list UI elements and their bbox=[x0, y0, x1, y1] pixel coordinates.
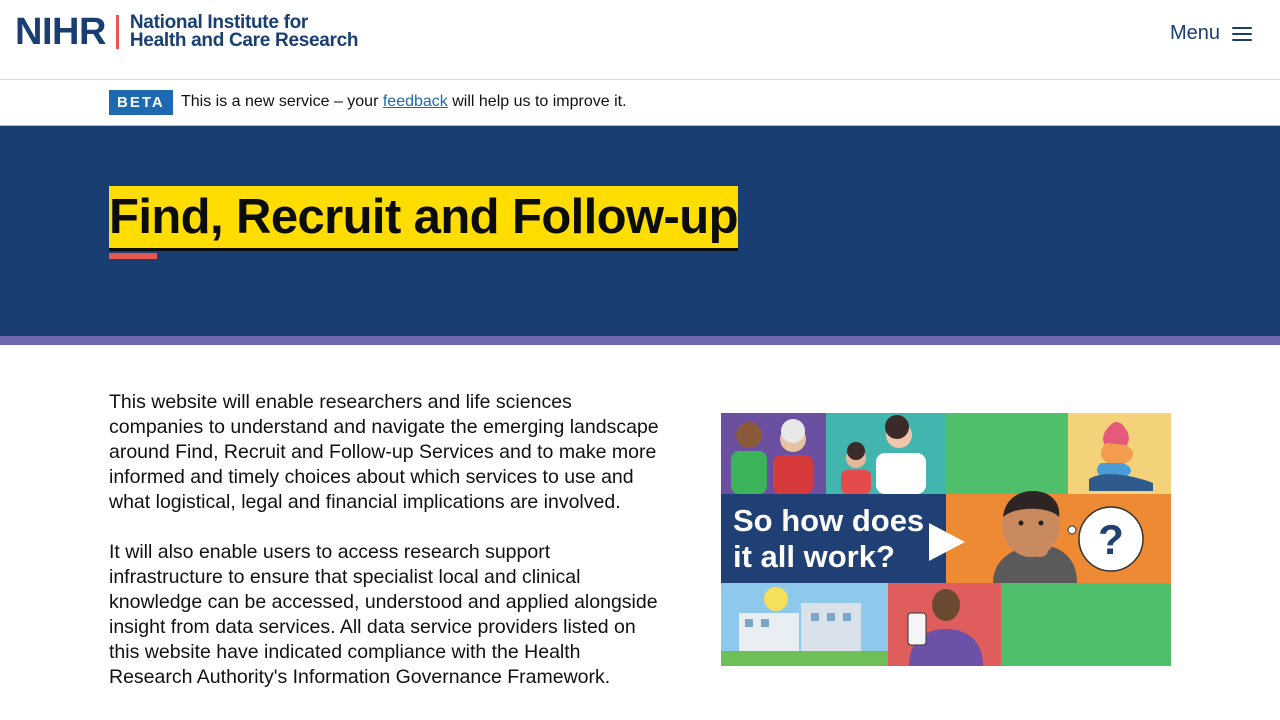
video-player[interactable]: So how does it all work? ? bbox=[721, 413, 1171, 666]
hamburger-icon bbox=[1232, 26, 1252, 41]
feedback-link[interactable]: feedback bbox=[383, 93, 448, 110]
intro-paragraph-1: This website will enable researchers and… bbox=[109, 391, 659, 513]
beta-text-after: will help us to improve it. bbox=[447, 93, 627, 110]
hero-accent-strip bbox=[0, 336, 1280, 345]
site-header: NIHR National Institute for Health and C… bbox=[0, 0, 1280, 80]
thumbnail-line-2: it all work? bbox=[733, 539, 895, 574]
beta-message: This is a new service – your feedback wi… bbox=[181, 93, 627, 111]
beta-tag: BETA bbox=[109, 90, 173, 115]
intro-paragraph-2: It will also enable users to access rese… bbox=[109, 541, 658, 688]
logo-line-2: Health and Care Research bbox=[129, 30, 359, 51]
logo-text: National Institute for Health and Care R… bbox=[129, 13, 359, 51]
beta-text-before: This is a new service – your bbox=[181, 93, 383, 110]
logo-mark: NIHR bbox=[15, 11, 106, 53]
menu-label: Menu bbox=[1169, 22, 1220, 44]
logo-divider bbox=[115, 15, 119, 49]
beta-banner: BETA This is a new service – your feedba… bbox=[0, 80, 1280, 126]
page-title: Find, Recruit and Follow-up bbox=[109, 186, 739, 248]
thumbnail-question-mark: ? bbox=[1098, 516, 1124, 563]
video-thumbnail: So how does it all work? ? bbox=[721, 413, 1171, 666]
hero-banner: Find, Recruit and Follow-up bbox=[0, 126, 1280, 336]
thumbnail-line-1: So how does bbox=[733, 503, 924, 538]
intro-text: This website will enable researchers and… bbox=[109, 390, 669, 690]
menu-button[interactable]: Menu bbox=[1170, 20, 1252, 47]
nihr-logo[interactable]: NIHR National Institute for Health and C… bbox=[15, 11, 359, 53]
title-underline bbox=[109, 253, 157, 259]
